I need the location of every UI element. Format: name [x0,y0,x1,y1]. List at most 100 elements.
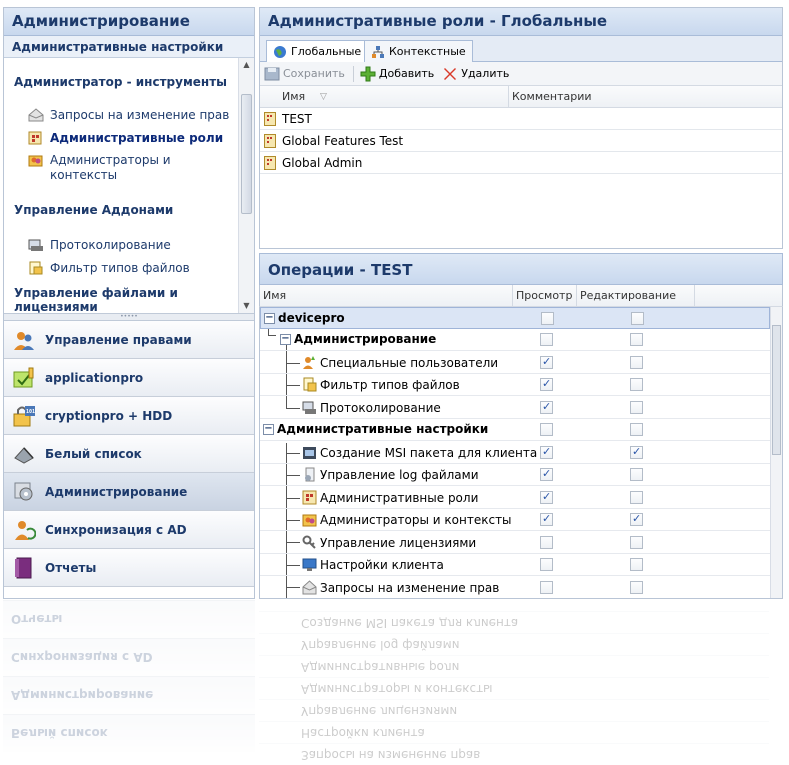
reflection-label: Администраторы и контексты [301,682,493,696]
tree-row-logging[interactable]: Протоколирование [260,397,770,419]
log-icon [302,401,316,414]
view-checkbox[interactable] [540,355,553,369]
view-checkbox[interactable] [540,467,553,481]
roles-panel: Административные роли - Глобальные Глоба… [259,7,783,249]
edit-checkbox[interactable] [630,333,643,346]
reflection-administration: Администрирование [3,676,255,714]
reports-icon [15,557,32,578]
tree-row-licenses[interactable]: Управление лицензиями [260,532,770,554]
tree-row-admin-roles[interactable]: Административные роли [260,487,770,509]
nav-administration-button[interactable]: Администрирование [4,473,254,511]
edit-checkbox[interactable] [631,312,644,325]
edit-checkbox[interactable] [630,445,643,459]
row-label: Протоколирование [320,400,441,415]
tree-row-admins-contexts[interactable]: Администраторы и контексты [260,509,770,531]
save-label: Сохранить [283,67,345,80]
tree-row-msi-package[interactable]: Создание MSI пакета для клиента [260,442,770,464]
view-checkbox[interactable] [540,423,553,436]
column-separator[interactable] [576,285,577,307]
collapse-icon[interactable]: − [280,333,291,345]
scroll-thumb[interactable] [241,94,252,214]
view-checkbox[interactable] [540,536,553,549]
row-label: Запросы на изменение прав [320,580,500,595]
nav-applicationpro-button[interactable]: applicationpro [4,359,254,397]
edit-checkbox[interactable] [630,468,643,481]
nav-reports-button[interactable]: Отчеты [4,549,254,587]
table-row[interactable]: Global Features Test [260,130,782,152]
roles-icon [28,131,42,145]
request-icon [28,108,44,122]
group-addons[interactable]: Управление Аддонами [4,203,183,217]
edit-checkbox[interactable] [630,558,643,571]
view-checkbox[interactable] [540,445,553,459]
edit-checkbox[interactable] [630,536,643,549]
tree-row-special-users[interactable]: Специальные пользователи [260,352,770,374]
view-checkbox[interactable] [540,377,553,391]
nav-whitelist-button[interactable]: Белый список [4,435,254,473]
tree-item-roles[interactable]: Административные роли [28,131,223,145]
nav-cryptionpro-button[interactable]: 1010 cryptionpro + HDD [4,397,254,435]
column-separator[interactable] [508,86,509,108]
whitelist-icon [14,446,34,464]
column-name-header[interactable]: Имя [263,289,286,302]
table-row[interactable]: TEST [260,108,782,130]
view-checkbox[interactable] [540,512,553,526]
tree-row-log-files[interactable]: Управление log файлами [260,464,770,486]
group-files-licenses[interactable]: Управление файлами и лицензиями [4,286,229,313]
scroll-down-icon[interactable]: ▼ [239,299,254,313]
scroll-up-icon[interactable]: ▲ [239,58,254,72]
tree-item-file-filter[interactable]: Фильтр типов файлов [28,261,190,275]
admin-tree: Администратор - инструменты Запросы на и… [4,58,254,313]
edit-checkbox[interactable] [630,423,643,436]
view-checkbox[interactable] [540,581,553,594]
view-checkbox[interactable] [540,558,553,571]
nav-label: cryptionpro + HDD [45,408,173,423]
tree-scrollbar[interactable]: ▲ ▼ [238,58,254,313]
column-separator[interactable] [694,285,695,307]
tree-row-client-settings[interactable]: Настройки клиента [260,554,770,576]
edit-checkbox[interactable] [630,356,643,369]
group-admin-tools[interactable]: Администратор - инструменты [4,75,237,89]
save-button[interactable]: Сохранить [264,66,345,82]
view-checkbox[interactable] [540,400,553,414]
operations-tree-grid: − devicepro − Администрирование Специальны… [259,307,783,599]
nav-ad-sync-button[interactable]: Синхронизация с AD [4,511,254,549]
edit-checkbox[interactable] [630,512,643,526]
nav-rights-button[interactable]: Управление правами [4,321,254,359]
nav-label: applicationpro [45,370,144,385]
add-button[interactable]: Добавить [360,66,434,82]
reflection-label: Синхронизация с AD [11,650,153,665]
column-name-header[interactable]: Имя [282,90,305,103]
edit-checkbox[interactable] [630,378,643,391]
edit-checkbox[interactable] [630,581,643,594]
tree-row-devicepro[interactable]: − devicepro [260,307,770,329]
collapse-icon[interactable]: − [264,312,275,324]
column-separator[interactable] [512,285,513,307]
scroll-thumb[interactable] [772,325,781,455]
tab-context[interactable]: Контекстные [364,40,473,62]
tree-row-rights-requests[interactable]: Запросы на изменение прав [260,577,770,598]
view-checkbox[interactable] [541,312,554,325]
tree-item-requests[interactable]: Запросы на изменение прав [28,108,229,122]
reflection-content: Запросы на изменение прав Настройки клие… [259,611,783,765]
edit-checkbox[interactable] [630,491,643,504]
tree-row-file-filter[interactable]: Фильтр типов файлов [260,374,770,396]
tab-global[interactable]: Глобальные [266,40,369,62]
edit-checkbox[interactable] [630,401,643,414]
view-checkbox[interactable] [540,490,553,504]
table-row[interactable]: Global Admin [260,152,782,174]
view-checkbox[interactable] [540,333,553,346]
tree-row-administration[interactable]: − Администрирование [260,329,770,351]
column-view-header[interactable]: Просмотр [516,289,572,302]
tree-row-admin-settings[interactable]: − Административные настройки [260,419,770,441]
delete-button[interactable]: Удалить [442,66,509,82]
column-edit-header[interactable]: Редактирование [580,289,676,302]
operations-scrollbar[interactable] [770,307,782,598]
sort-icon[interactable]: ▽ [320,92,327,102]
tree-item-admins[interactable]: Администраторы и контексты [28,153,171,183]
tree-item-logging[interactable]: Протоколирование [28,238,171,252]
column-comment-header[interactable]: Комментарии [512,90,592,103]
collapse-icon[interactable]: − [263,423,274,435]
splitter-handle[interactable]: ••••• [4,313,254,321]
tree-item-label: Запросы на изменение прав [50,108,230,122]
